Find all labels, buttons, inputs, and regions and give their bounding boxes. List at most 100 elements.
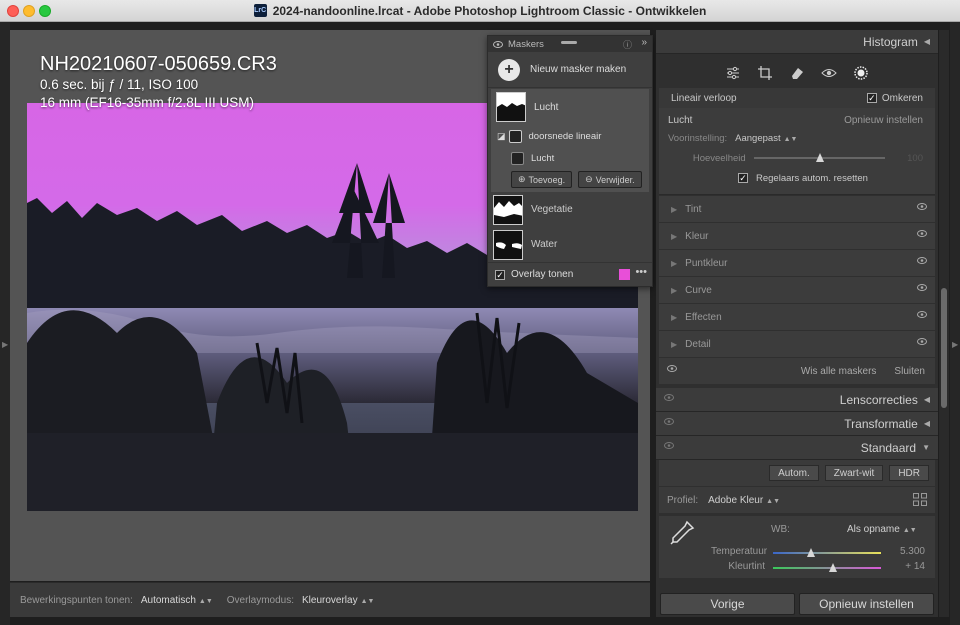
- preset-select[interactable]: Aangepast ▲▼: [735, 133, 797, 144]
- bw-button[interactable]: Zwart-wit: [824, 465, 884, 481]
- auto-reset-row[interactable]: ✓ Regelaars autom. resetten: [668, 168, 923, 188]
- overlay-color-swatch[interactable]: [619, 269, 630, 280]
- mask-row-lucht[interactable]: Lucht: [491, 89, 649, 125]
- tint-slider[interactable]: [773, 563, 881, 572]
- section-curve[interactable]: ▶ Curve: [659, 277, 935, 303]
- hdr-button[interactable]: HDR: [889, 465, 929, 481]
- lens-corrections-header[interactable]: Lenscorrecties ◀: [656, 388, 938, 412]
- mask-row-water[interactable]: Water: [488, 227, 652, 262]
- invert-checkbox[interactable]: ✓: [866, 93, 877, 103]
- expand-icon[interactable]: »: [641, 37, 647, 48]
- eye-icon[interactable]: [917, 311, 927, 318]
- mask-component-row[interactable]: ◪ doorsnede lineair: [491, 125, 649, 147]
- temperature-slider[interactable]: [773, 548, 881, 557]
- eye-icon[interactable]: [493, 40, 503, 48]
- collapse-triangle-icon: ◀: [923, 37, 930, 46]
- basic-header[interactable]: Standaard ▼: [656, 436, 938, 460]
- close-window-button[interactable]: [7, 5, 19, 17]
- masks-panel-header[interactable]: Maskers ⓘ »: [488, 36, 652, 52]
- drag-handle[interactable]: [561, 41, 577, 44]
- updown-icon: ▲▼: [783, 135, 798, 143]
- invert-toggle[interactable]: ✓ Omkeren: [866, 93, 923, 104]
- previous-button[interactable]: Vorige: [660, 593, 795, 615]
- auto-button[interactable]: Autom.: [769, 465, 819, 481]
- section-puntkleur[interactable]: ▶ Puntkleur: [659, 250, 935, 276]
- slider-knob[interactable]: [815, 153, 824, 162]
- mask-sub-row[interactable]: Lucht: [491, 147, 649, 169]
- subtract-icon: ◪: [497, 130, 506, 141]
- amount-value[interactable]: 100: [893, 153, 923, 164]
- auto-reset-label: Regelaars autom. resetten: [756, 172, 868, 184]
- crop-icon[interactable]: [757, 65, 773, 81]
- mask-adjust-title: Lucht: [668, 114, 693, 126]
- reset-link[interactable]: Opnieuw instellen: [844, 115, 923, 126]
- profile-label: Profiel:: [667, 494, 699, 506]
- section-kleur[interactable]: ▶ Kleur: [659, 223, 935, 249]
- transform-header[interactable]: Transformatie ◀: [656, 412, 938, 436]
- eye-icon[interactable]: [664, 394, 674, 401]
- lens-corrections-title: Lenscorrecties: [839, 392, 918, 407]
- eye-icon[interactable]: [917, 257, 927, 264]
- remove-mask-button[interactable]: ⊖ Verwijder.: [578, 171, 642, 188]
- eyedropper-icon[interactable]: [669, 520, 695, 546]
- mask-row-vegetatie[interactable]: Vegetatie: [488, 192, 652, 227]
- temperature-value[interactable]: 5.300: [900, 546, 925, 557]
- slider-knob[interactable]: [829, 563, 837, 572]
- add-mask-button[interactable]: ⊕ Toevoeg.: [511, 171, 573, 188]
- mask-group-lucht[interactable]: Lucht ◪ doorsnede lineair Lucht ⊕ Toevoeg…: [491, 89, 649, 192]
- scroll-thumb[interactable]: [941, 288, 947, 408]
- new-mask-button[interactable]: + Nieuw masker maken: [488, 52, 652, 88]
- amount-label: Hoeveelheid: [692, 152, 746, 164]
- expand-triangle-icon: ▶: [671, 339, 678, 349]
- section-detail[interactable]: ▶ Detail: [659, 331, 935, 357]
- slider-track: [753, 153, 886, 162]
- redeye-icon[interactable]: [821, 65, 837, 81]
- eye-icon[interactable]: [664, 418, 674, 425]
- section-label: Kleur: [685, 230, 709, 242]
- overlay-label: Overlay tonen: [511, 269, 574, 280]
- tint-value[interactable]: + 14: [905, 561, 925, 572]
- eye-icon[interactable]: [917, 338, 927, 345]
- right-panel-toggle[interactable]: ▶: [950, 22, 960, 625]
- eraser-icon[interactable]: [789, 65, 805, 81]
- minimize-window-button[interactable]: [23, 5, 35, 17]
- overlay-mode-label: Overlaymodus:: [226, 594, 294, 606]
- close-masks-button[interactable]: Sluiten: [894, 366, 925, 377]
- wb-select[interactable]: Als opname ▲▼: [847, 524, 917, 535]
- section-tint[interactable]: ▶ Tint: [659, 196, 935, 222]
- histogram-header[interactable]: Histogram ◀: [656, 30, 938, 54]
- lightroom-icon: LrC: [253, 4, 267, 17]
- sliders-icon[interactable]: [725, 65, 741, 81]
- edit-points-select[interactable]: Automatisch ▲▼: [141, 595, 213, 606]
- eye-icon[interactable]: [917, 230, 927, 237]
- auto-reset-checkbox[interactable]: ✓: [738, 173, 748, 183]
- updown-icon: ▲▼: [766, 497, 781, 505]
- profile-browser-icon[interactable]: [913, 493, 927, 506]
- expand-triangle-icon: ▶: [671, 258, 678, 268]
- updown-icon: ▲▼: [902, 527, 917, 534]
- eye-icon[interactable]: [917, 203, 927, 210]
- preset-row: Voorinstelling: Aangepast ▲▼: [668, 128, 923, 148]
- clear-all-masks-button[interactable]: Wis alle maskers: [801, 366, 877, 377]
- masking-icon[interactable]: [853, 65, 869, 81]
- section-effecten[interactable]: ▶ Effecten: [659, 304, 935, 330]
- overlay-toggle-row: ✓ Overlay tonen •••: [488, 262, 652, 286]
- profile-select[interactable]: Adobe Kleur ▲▼: [708, 495, 780, 506]
- left-panel-toggle[interactable]: ▶: [0, 22, 10, 625]
- overlay-checkbox[interactable]: ✓: [495, 269, 505, 280]
- temperature-label: Temperatuur: [711, 546, 768, 557]
- eye-icon[interactable]: [917, 284, 927, 291]
- help-icon[interactable]: ⓘ: [623, 38, 632, 51]
- eye-icon[interactable]: [664, 442, 674, 449]
- more-icon[interactable]: •••: [635, 266, 647, 278]
- overlay-mode-value: Kleuroverlay: [302, 594, 358, 606]
- eye-icon[interactable]: [667, 365, 677, 372]
- amount-slider[interactable]: [753, 153, 886, 162]
- collapse-triangle-icon: ◀: [923, 395, 930, 404]
- maximize-window-button[interactable]: [39, 5, 51, 17]
- overlay-mode-select[interactable]: Kleuroverlay ▲▼: [302, 595, 374, 606]
- right-panel-scrollbar[interactable]: [939, 30, 949, 617]
- reset-button[interactable]: Opnieuw instellen: [799, 593, 934, 615]
- slider-knob[interactable]: [807, 548, 815, 557]
- amount-row: Hoeveelheid 100: [668, 148, 923, 168]
